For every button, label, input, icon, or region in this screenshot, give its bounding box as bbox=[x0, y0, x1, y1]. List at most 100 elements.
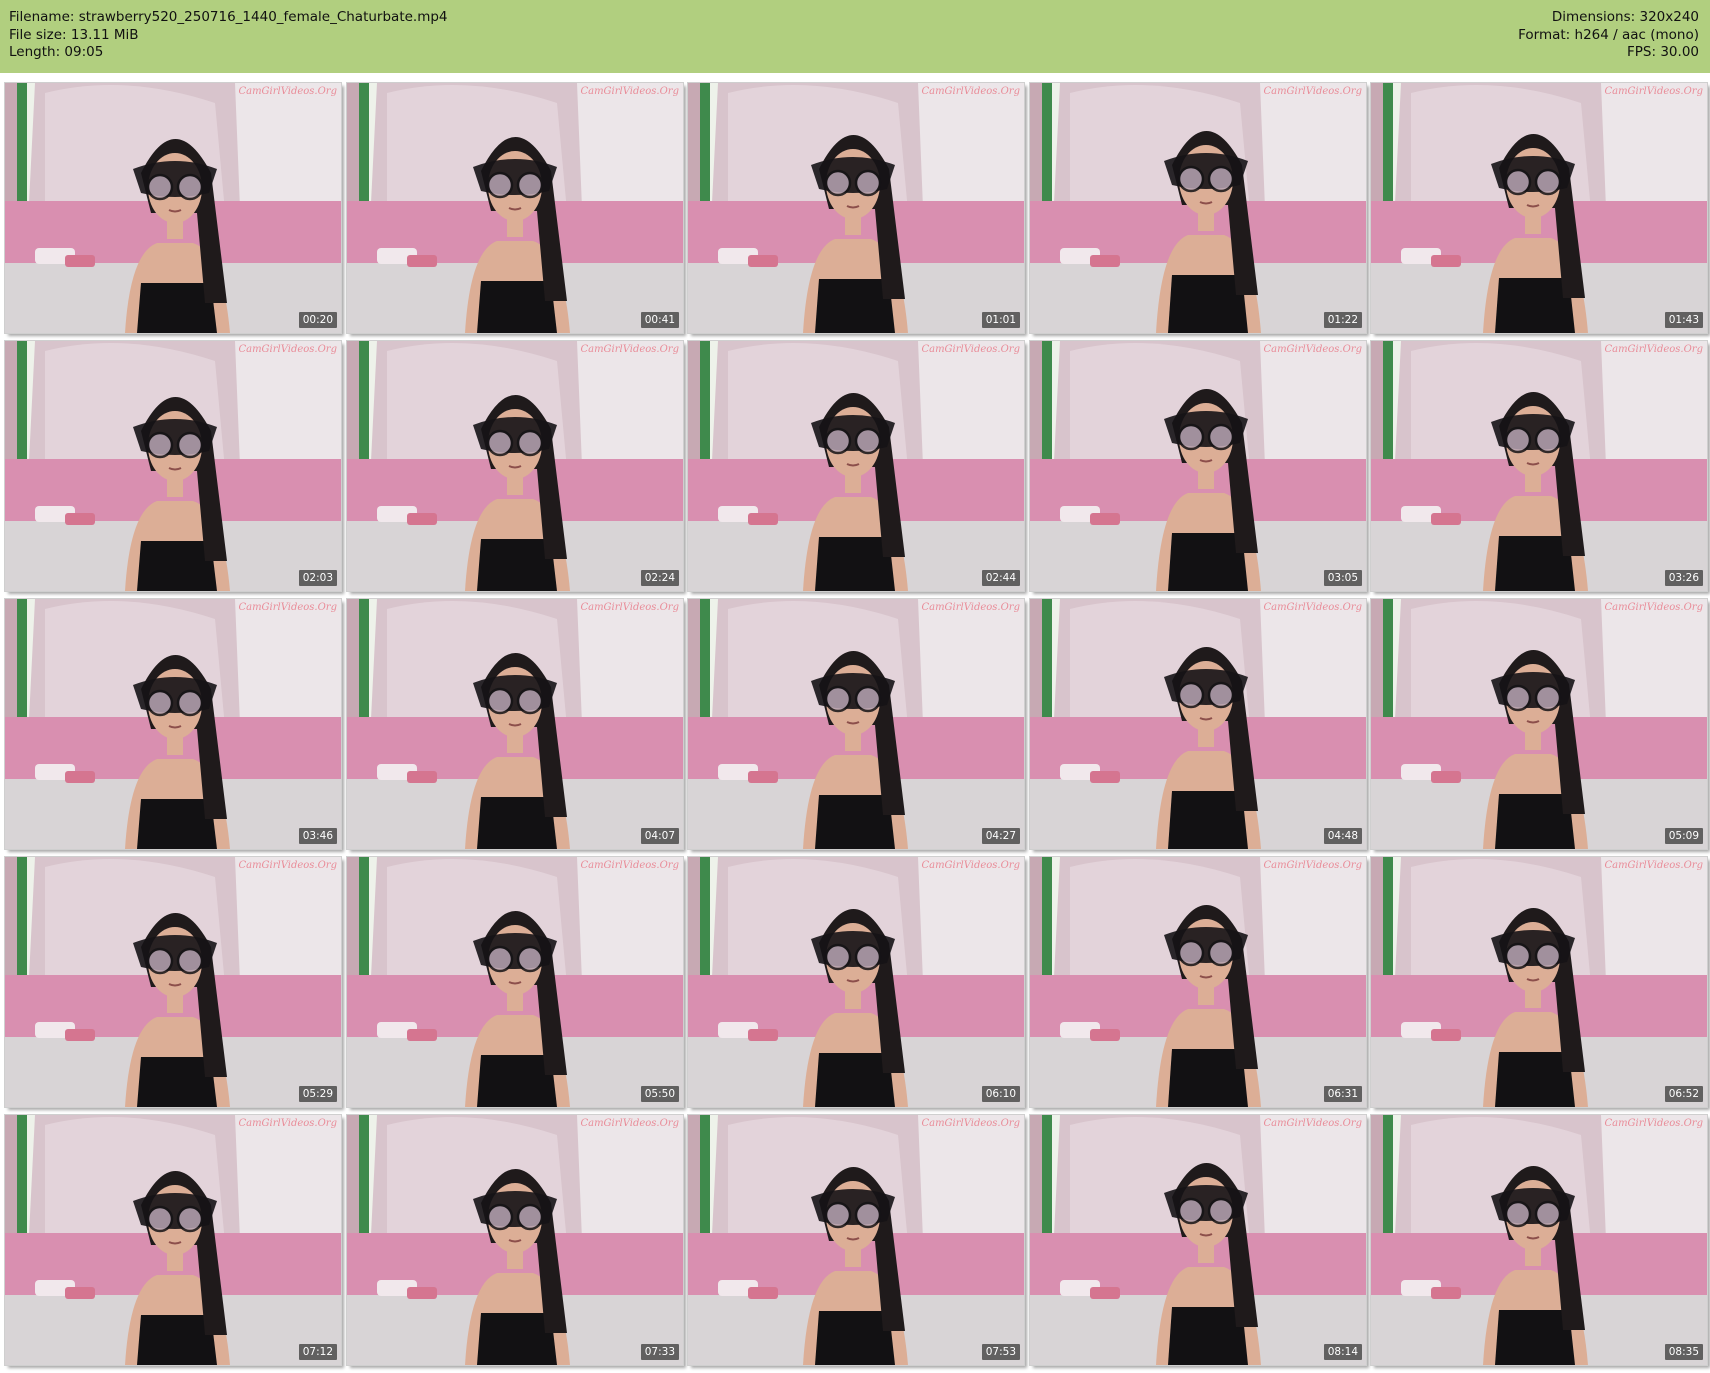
thumbnail-frame: CamGirlVideos.Org 03:05 bbox=[1029, 340, 1367, 592]
format-line: Format: h264 / aac (mono) bbox=[1518, 26, 1699, 43]
timestamp-label: 03:26 bbox=[1664, 570, 1703, 586]
timestamp-label: 05:09 bbox=[1664, 828, 1703, 844]
watermark-logo: CamGirlVideos.Org bbox=[1263, 1118, 1362, 1129]
frame-image bbox=[1030, 341, 1366, 591]
watermark-logo: CamGirlVideos.Org bbox=[238, 860, 337, 871]
file-info-left: Filename: strawberry520_250716_1440_fema… bbox=[9, 9, 448, 62]
watermark-logo: CamGirlVideos.Org bbox=[921, 860, 1020, 871]
frame-image bbox=[347, 83, 683, 333]
watermark-logo: CamGirlVideos.Org bbox=[238, 1118, 337, 1129]
filesize-line: File size: 13.11 MiB bbox=[9, 26, 139, 43]
frame-image bbox=[688, 341, 1024, 591]
thumbnail-frame: CamGirlVideos.Org 03:26 bbox=[1370, 340, 1708, 592]
timestamp-label: 06:52 bbox=[1664, 1086, 1703, 1102]
timestamp-label: 02:24 bbox=[640, 570, 679, 586]
watermark-logo: CamGirlVideos.Org bbox=[238, 86, 337, 97]
timestamp-label: 03:05 bbox=[1323, 570, 1362, 586]
frame-image bbox=[1030, 857, 1366, 1107]
thumbnail-frame: CamGirlVideos.Org 00:20 bbox=[4, 82, 342, 334]
timestamp-label: 08:14 bbox=[1323, 1344, 1362, 1360]
timestamp-label: 00:41 bbox=[640, 312, 679, 328]
length-line: Length: 09:05 bbox=[9, 44, 104, 60]
timestamp-label: 08:35 bbox=[1664, 1344, 1703, 1360]
thumbnail-frame: CamGirlVideos.Org 04:48 bbox=[1029, 598, 1367, 850]
thumbnail-frame: CamGirlVideos.Org 00:41 bbox=[346, 82, 684, 334]
thumbnail-frame: CamGirlVideos.Org 06:52 bbox=[1370, 856, 1708, 1108]
frame-image bbox=[688, 857, 1024, 1107]
timestamp-label: 01:22 bbox=[1323, 312, 1362, 328]
thumbnail-frame: CamGirlVideos.Org 01:01 bbox=[687, 82, 1025, 334]
timestamp-label: 06:10 bbox=[981, 1086, 1020, 1102]
thumbnail-frame: CamGirlVideos.Org 03:46 bbox=[4, 598, 342, 850]
watermark-logo: CamGirlVideos.Org bbox=[580, 1118, 679, 1129]
frame-image bbox=[5, 599, 341, 849]
watermark-logo: CamGirlVideos.Org bbox=[921, 344, 1020, 355]
thumbnail-frame: CamGirlVideos.Org 08:14 bbox=[1029, 1114, 1367, 1366]
frame-image bbox=[688, 599, 1024, 849]
thumbnail-frame: CamGirlVideos.Org 06:31 bbox=[1029, 856, 1367, 1108]
timestamp-label: 07:33 bbox=[640, 1344, 679, 1360]
frame-image bbox=[5, 341, 341, 591]
timestamp-label: 03:46 bbox=[298, 828, 337, 844]
thumbnail-frame: CamGirlVideos.Org 04:27 bbox=[687, 598, 1025, 850]
thumbnail-frame: CamGirlVideos.Org 01:22 bbox=[1029, 82, 1367, 334]
thumbnail-frame: CamGirlVideos.Org 02:03 bbox=[4, 340, 342, 592]
timestamp-label: 02:44 bbox=[981, 570, 1020, 586]
watermark-logo: CamGirlVideos.Org bbox=[238, 344, 337, 355]
timestamp-label: 04:07 bbox=[640, 828, 679, 844]
frame-image bbox=[1371, 341, 1707, 591]
watermark-logo: CamGirlVideos.Org bbox=[1604, 86, 1703, 97]
thumbnail-frame: CamGirlVideos.Org 02:44 bbox=[687, 340, 1025, 592]
watermark-logo: CamGirlVideos.Org bbox=[580, 86, 679, 97]
frame-image bbox=[1030, 83, 1366, 333]
watermark-logo: CamGirlVideos.Org bbox=[921, 86, 1020, 97]
thumbnail-frame: CamGirlVideos.Org 01:43 bbox=[1370, 82, 1708, 334]
watermark-logo: CamGirlVideos.Org bbox=[238, 602, 337, 613]
timestamp-label: 02:03 bbox=[298, 570, 337, 586]
thumbnail-frame: CamGirlVideos.Org 05:50 bbox=[346, 856, 684, 1108]
watermark-logo: CamGirlVideos.Org bbox=[921, 602, 1020, 613]
thumbnail-frame: CamGirlVideos.Org 07:33 bbox=[346, 1114, 684, 1366]
thumbnail-frame: CamGirlVideos.Org 07:53 bbox=[687, 1114, 1025, 1366]
timestamp-label: 04:48 bbox=[1323, 828, 1362, 844]
watermark-logo: CamGirlVideos.Org bbox=[1604, 1118, 1703, 1129]
timestamp-label: 00:20 bbox=[298, 312, 337, 328]
frame-image bbox=[1371, 1115, 1707, 1365]
thumbnail-frame: CamGirlVideos.Org 08:35 bbox=[1370, 1114, 1708, 1366]
filename-line: Filename: strawberry520_250716_1440_fema… bbox=[9, 9, 448, 25]
watermark-logo: CamGirlVideos.Org bbox=[1604, 860, 1703, 871]
frame-image bbox=[347, 1115, 683, 1365]
watermark-logo: CamGirlVideos.Org bbox=[921, 1118, 1020, 1129]
frame-image bbox=[1371, 857, 1707, 1107]
timestamp-label: 01:43 bbox=[1664, 312, 1703, 328]
frame-image bbox=[688, 83, 1024, 333]
watermark-logo: CamGirlVideos.Org bbox=[580, 344, 679, 355]
thumbnail-frame: CamGirlVideos.Org 05:09 bbox=[1370, 598, 1708, 850]
frame-image bbox=[1030, 599, 1366, 849]
watermark-logo: CamGirlVideos.Org bbox=[1263, 344, 1362, 355]
frame-image bbox=[688, 1115, 1024, 1365]
timestamp-label: 05:29 bbox=[298, 1086, 337, 1102]
timestamp-label: 04:27 bbox=[981, 828, 1020, 844]
file-info-right: Dimensions: 320x240 Format: h264 / aac (… bbox=[1518, 9, 1699, 62]
thumbnail-frame: CamGirlVideos.Org 04:07 bbox=[346, 598, 684, 850]
timestamp-label: 06:31 bbox=[1323, 1086, 1362, 1102]
frame-image bbox=[5, 83, 341, 333]
timestamp-label: 07:12 bbox=[298, 1344, 337, 1360]
thumbnail-frame: CamGirlVideos.Org 02:24 bbox=[346, 340, 684, 592]
watermark-logo: CamGirlVideos.Org bbox=[1263, 602, 1362, 613]
watermark-logo: CamGirlVideos.Org bbox=[1263, 860, 1362, 871]
frame-image bbox=[347, 599, 683, 849]
thumbnail-grid: CamGirlVideos.Org 00:20 CamGirlVideos.Org 0… bbox=[4, 82, 1708, 1369]
frame-image bbox=[1371, 83, 1707, 333]
thumbnail-frame: CamGirlVideos.Org 05:29 bbox=[4, 856, 342, 1108]
watermark-logo: CamGirlVideos.Org bbox=[580, 860, 679, 871]
frame-image bbox=[347, 341, 683, 591]
watermark-logo: CamGirlVideos.Org bbox=[1604, 344, 1703, 355]
contact-sheet-header: Filename: strawberry520_250716_1440_fema… bbox=[0, 0, 1710, 73]
frame-image bbox=[347, 857, 683, 1107]
frame-image bbox=[1030, 1115, 1366, 1365]
watermark-logo: CamGirlVideos.Org bbox=[580, 602, 679, 613]
timestamp-label: 07:53 bbox=[981, 1344, 1020, 1360]
thumbnail-frame: CamGirlVideos.Org 07:12 bbox=[4, 1114, 342, 1366]
